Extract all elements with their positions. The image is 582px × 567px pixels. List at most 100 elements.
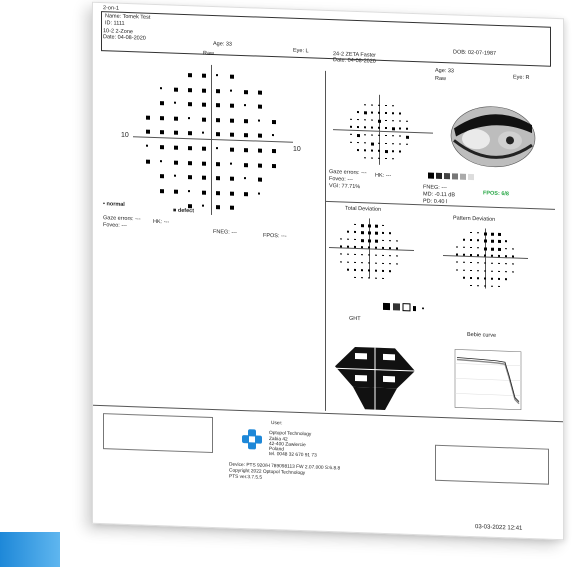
field-point [361, 238, 364, 242]
field-point [399, 135, 401, 137]
field-point [491, 270, 493, 272]
field-point [230, 147, 234, 152]
field-point [354, 238, 356, 241]
right-age: Age: 33 [435, 67, 454, 75]
field-point [368, 277, 370, 279]
field-point [216, 176, 220, 181]
field-point [477, 239, 479, 241]
field-point [364, 111, 367, 115]
field-point [484, 277, 486, 280]
field-point [146, 130, 150, 135]
field-point [392, 127, 395, 131]
left-foveo: Foveo: --- [103, 222, 127, 229]
field-point [357, 133, 360, 138]
field-point [375, 224, 378, 228]
field-point [498, 285, 500, 288]
field-point [385, 150, 388, 154]
left-plot-axis-right-label: 10 [293, 145, 301, 154]
field-point [364, 156, 366, 159]
field-point [498, 278, 500, 280]
field-point [406, 120, 408, 122]
left-fpos: FPOS: --- [263, 232, 287, 240]
field-point [216, 88, 220, 93]
field-point [216, 205, 220, 210]
field-point [364, 126, 366, 129]
field-point [389, 255, 391, 257]
field-point [347, 253, 349, 256]
footer-tel: tel. 0048 32 670 91 73 [269, 451, 317, 459]
field-point [385, 157, 387, 160]
field-point [146, 144, 148, 147]
field-point [202, 102, 206, 107]
field-point [385, 112, 387, 114]
left-eye: Eye: L [293, 47, 309, 55]
patient-header-box [101, 11, 551, 67]
field-point [385, 142, 387, 145]
field-point [463, 261, 465, 264]
field-point [470, 269, 472, 272]
field-point [364, 103, 366, 106]
field-point [188, 102, 192, 107]
field-point [382, 269, 384, 272]
field-point [378, 157, 380, 159]
field-point [361, 276, 363, 279]
field-point [188, 73, 192, 78]
field-point [354, 223, 356, 225]
field-point [258, 163, 262, 168]
field-point [361, 246, 363, 249]
field-point [350, 133, 352, 136]
field-point [160, 86, 162, 89]
right-date: Date: 04-08-2020 [333, 57, 376, 65]
field-point [202, 204, 204, 208]
field-point [463, 238, 465, 241]
field-point [216, 132, 220, 137]
field-point [456, 268, 458, 271]
field-point [368, 261, 370, 264]
field-point [491, 285, 493, 287]
grayscale-map [450, 106, 536, 168]
brand-accent-bar [0, 532, 60, 567]
field-point [406, 128, 408, 130]
field-point [375, 262, 377, 264]
field-point [160, 145, 164, 150]
field-point [188, 160, 192, 165]
bebie-curve-title: Bebie curve [467, 331, 497, 339]
field-point [505, 270, 507, 273]
field-point [491, 239, 494, 243]
field-point [258, 90, 262, 95]
field-point [146, 115, 150, 120]
field-point [347, 245, 349, 248]
field-point [392, 119, 394, 122]
field-point [371, 104, 373, 106]
field-point [399, 112, 401, 115]
field-point [160, 101, 164, 106]
left-date: Date: 04-08-2020 [103, 34, 146, 42]
left-fneg: FNEG: --- [213, 228, 237, 236]
field-point [230, 89, 232, 92]
field-point [216, 147, 218, 150]
grayscale-legend [428, 172, 474, 181]
field-point [378, 119, 381, 123]
field-point [202, 161, 206, 166]
field-point [498, 240, 501, 244]
field-point [399, 127, 401, 130]
field-point [512, 248, 514, 250]
field-point [244, 148, 248, 153]
field-point [456, 246, 458, 248]
field-point [385, 127, 387, 129]
field-point [230, 191, 234, 196]
field-point [470, 261, 472, 264]
field-point [399, 142, 401, 145]
field-point [347, 230, 349, 233]
field-point [160, 115, 164, 121]
field-point [498, 262, 500, 265]
field-point [512, 255, 514, 258]
field-point [354, 246, 356, 248]
field-point [216, 103, 220, 108]
field-point [378, 111, 380, 114]
field-point [392, 135, 394, 137]
field-point [378, 134, 380, 137]
field-point [389, 270, 391, 272]
field-point [385, 104, 387, 107]
field-point [484, 231, 487, 236]
